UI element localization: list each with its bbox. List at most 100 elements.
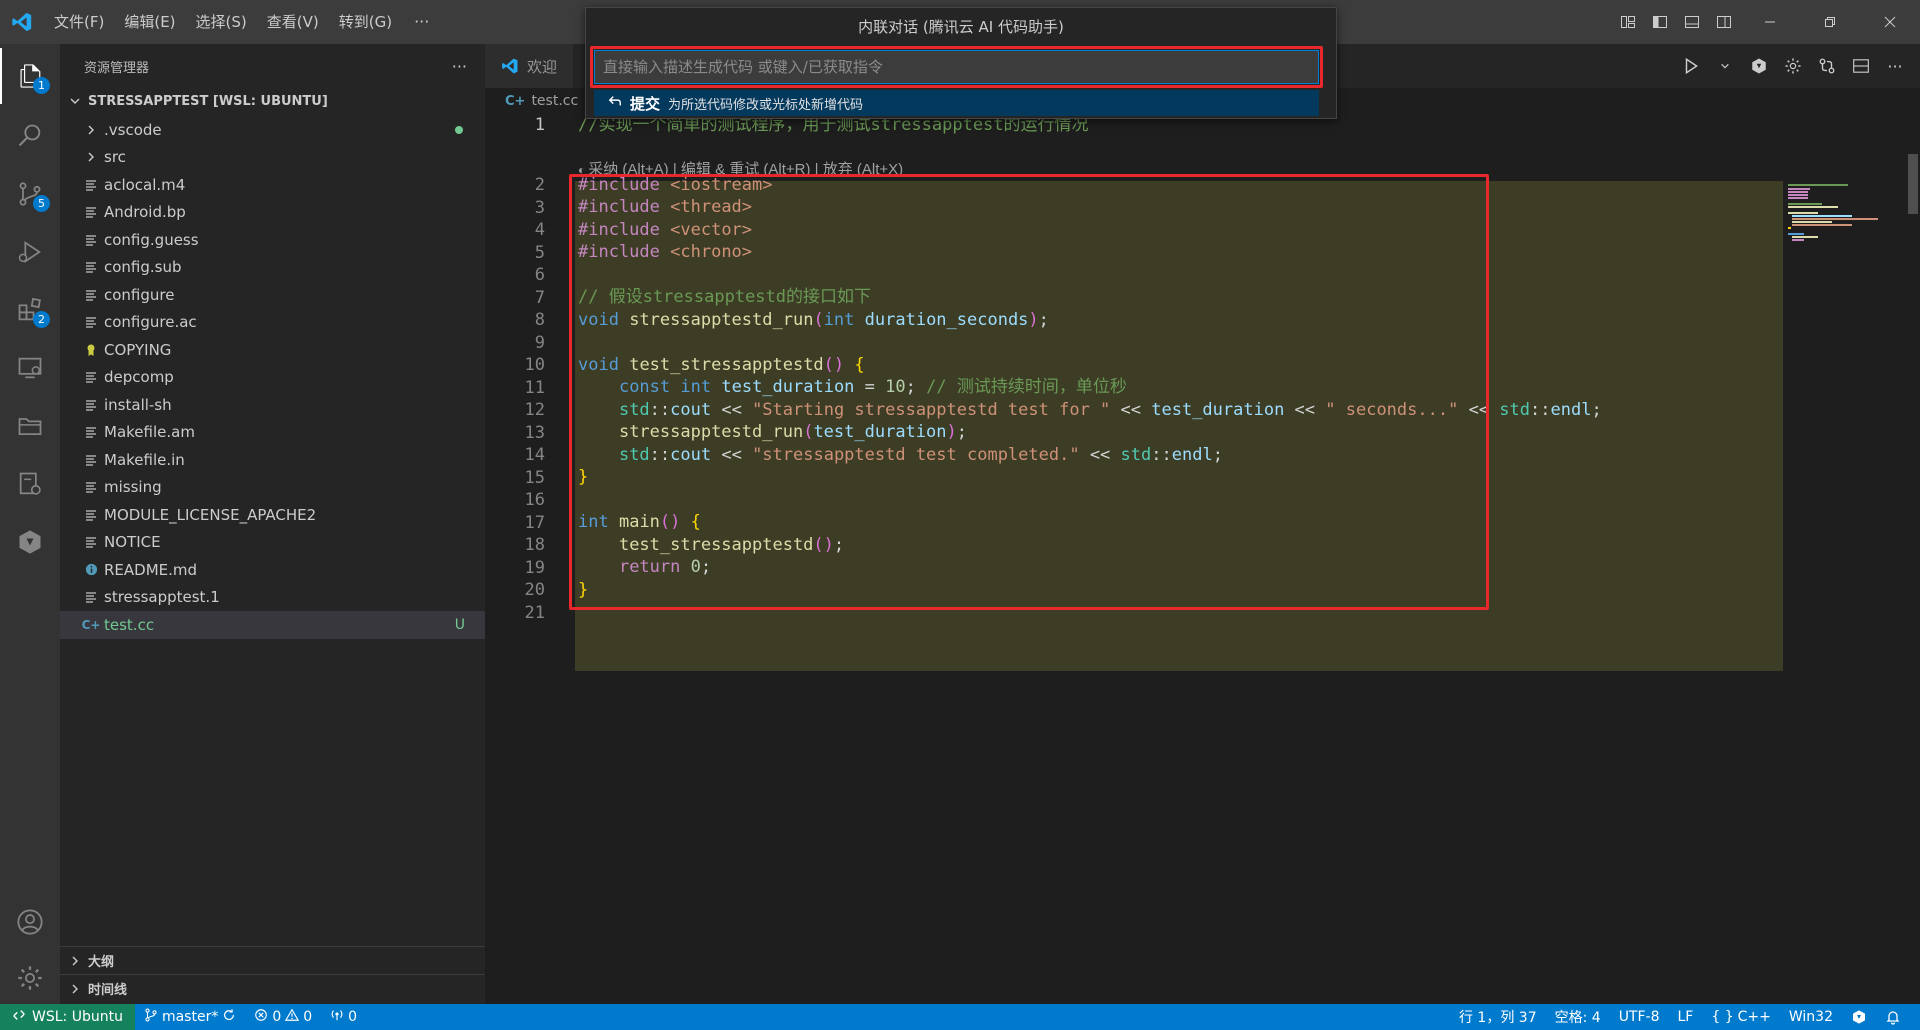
ai-assistant-status-icon[interactable] [1842,1009,1876,1025]
tree-item[interactable]: NOTICE [60,529,485,557]
tree-item[interactable]: COPYING [60,336,485,364]
run-file-icon[interactable] [1676,51,1706,81]
minimap[interactable] [1788,184,1878,1030]
folder-icon[interactable] [0,398,60,454]
ai-assistant-action-icon[interactable] [1744,51,1774,81]
file-lines-icon [82,454,100,466]
tree-item[interactable]: MODULE_LICENSE_APACHE2 [60,501,485,529]
code-editor[interactable]: ◐ 采纳 (Alt+A) | 编辑 & 重试 (Alt+R) | 放弃 (Alt+… [485,114,1920,974]
remote-indicator[interactable]: WSL: Ubuntu [0,1004,135,1030]
tree-item[interactable]: config.sub [60,254,485,282]
file-lines-icon [82,316,100,328]
ports-indicator[interactable]: 0 [321,1008,366,1026]
sync-icon[interactable] [222,1008,236,1026]
line-number: 13 [524,422,545,443]
tree-item[interactable]: Makefile.am [60,419,485,447]
cursor-position[interactable]: 行 1，列 37 [1450,1007,1546,1027]
project-root[interactable]: STRESSAPPTEST [WSL: UBUNTU] [60,88,485,114]
search-icon[interactable] [0,108,60,164]
timeline-section[interactable]: 时间线 [60,974,485,1002]
source-control-icon[interactable]: 5 [0,166,60,222]
extensions-icon[interactable]: 2 [0,282,60,338]
accounts-icon[interactable] [0,894,60,950]
inline-chat-input[interactable] [594,50,1319,84]
chevron-right-icon [66,983,84,995]
git-branch[interactable]: master* [135,1008,245,1026]
indentation[interactable]: 空格: 4 [1546,1007,1610,1027]
file-encoding[interactable]: UTF-8 [1610,1009,1669,1025]
info-icon [82,563,100,576]
toggle-primary-sidebar-icon[interactable] [1644,0,1676,44]
problems-indicator[interactable]: 0 0 [245,1008,321,1026]
file-lines-icon [82,591,100,603]
breadcrumb-file: test.cc [531,93,579,109]
inline-chat-widget: 内联对话 (腾讯云 AI 代码助手) 提交 为所选代码修改或光标处新增代码 [585,7,1337,119]
code-line: } [578,467,589,487]
settings-gear-icon[interactable] [1778,51,1808,81]
notifications-bell-icon[interactable] [1876,1009,1910,1025]
menu-more-button[interactable]: ··· [402,0,441,44]
file-lines-icon [82,179,100,191]
explorer-icon[interactable]: 1 [0,48,60,104]
ai-assistant-icon[interactable] [0,514,60,570]
tree-item[interactable]: depcomp [60,364,485,392]
file-lines-icon [82,426,100,438]
customize-layout-icon[interactable] [1612,0,1644,44]
explorer-title: 资源管理器 [84,60,150,76]
explorer-more-button[interactable]: ··· [452,57,467,76]
remote-explorer-icon[interactable] [0,340,60,396]
tree-item[interactable]: stressapptest.1 [60,584,485,612]
menu-view[interactable]: 查看(V) [257,0,329,44]
scrollbar-thumb[interactable] [1908,154,1918,214]
line-number: 12 [524,400,545,420]
title-controls [1612,0,1920,44]
menu-selection[interactable]: 选择(S) [186,0,257,44]
tree-item[interactable]: .vscode [60,116,485,144]
file-lines-icon [82,536,100,548]
compare-changes-icon[interactable] [1812,51,1842,81]
language-mode[interactable]: { } C++ [1702,1009,1780,1025]
tab-welcome[interactable]: 欢迎 [485,44,574,88]
submit-suggestion[interactable]: 提交 为所选代码修改或光标处新增代码 [594,90,1319,116]
tree-item[interactable]: README.md [60,556,485,584]
split-editor-icon[interactable] [1846,51,1876,81]
tree-item[interactable]: aclocal.m4 [60,171,485,199]
tree-item[interactable]: src [60,144,485,172]
close-icon[interactable] [1860,0,1920,44]
minimize-icon[interactable] [1740,0,1800,44]
run-debug-icon[interactable] [0,224,60,280]
return-arrow-icon [608,94,622,112]
tree-item[interactable]: C+ test.cc U [60,611,485,639]
tree-item[interactable]: config.guess [60,226,485,254]
explorer-badge: 1 [33,77,50,94]
tree-item[interactable]: Android.bp [60,199,485,227]
line-number: 7 [534,287,545,308]
editor-scrollbar[interactable] [1906,114,1920,1004]
editor-actions: ··· [1676,44,1910,88]
tree-item[interactable]: configure [60,281,485,309]
menu-file[interactable]: 文件(F) [44,0,114,44]
tree-item[interactable]: missing [60,474,485,502]
tree-item[interactable]: install-sh [60,391,485,419]
more-actions-button[interactable]: ··· [1880,51,1910,81]
tree-item[interactable]: configure.ac [60,309,485,337]
platform[interactable]: Win32 [1780,1009,1842,1025]
toggle-secondary-sidebar-icon[interactable] [1708,0,1740,44]
test-settings-icon[interactable] [0,456,60,512]
end-of-line[interactable]: LF [1669,1009,1703,1025]
line-number: 19 [524,557,545,578]
manage-gear-icon[interactable] [0,950,60,1006]
submit-label: 提交 [630,94,661,113]
restore-icon[interactable] [1800,0,1860,44]
menu-go[interactable]: 转到(G) [329,0,402,44]
tree-item-label: config.guess [104,230,199,249]
chevron-down-icon[interactable] [1710,51,1740,81]
line-number: 1 [534,115,545,135]
tree-item-label: test.cc [104,615,155,634]
outline-section[interactable]: 大纲 [60,946,485,974]
file-lines-icon [82,371,100,383]
menu-edit[interactable]: 编辑(E) [114,0,185,44]
remote-icon [12,1008,26,1026]
toggle-panel-icon[interactable] [1676,0,1708,44]
tree-item[interactable]: Makefile.in [60,446,485,474]
